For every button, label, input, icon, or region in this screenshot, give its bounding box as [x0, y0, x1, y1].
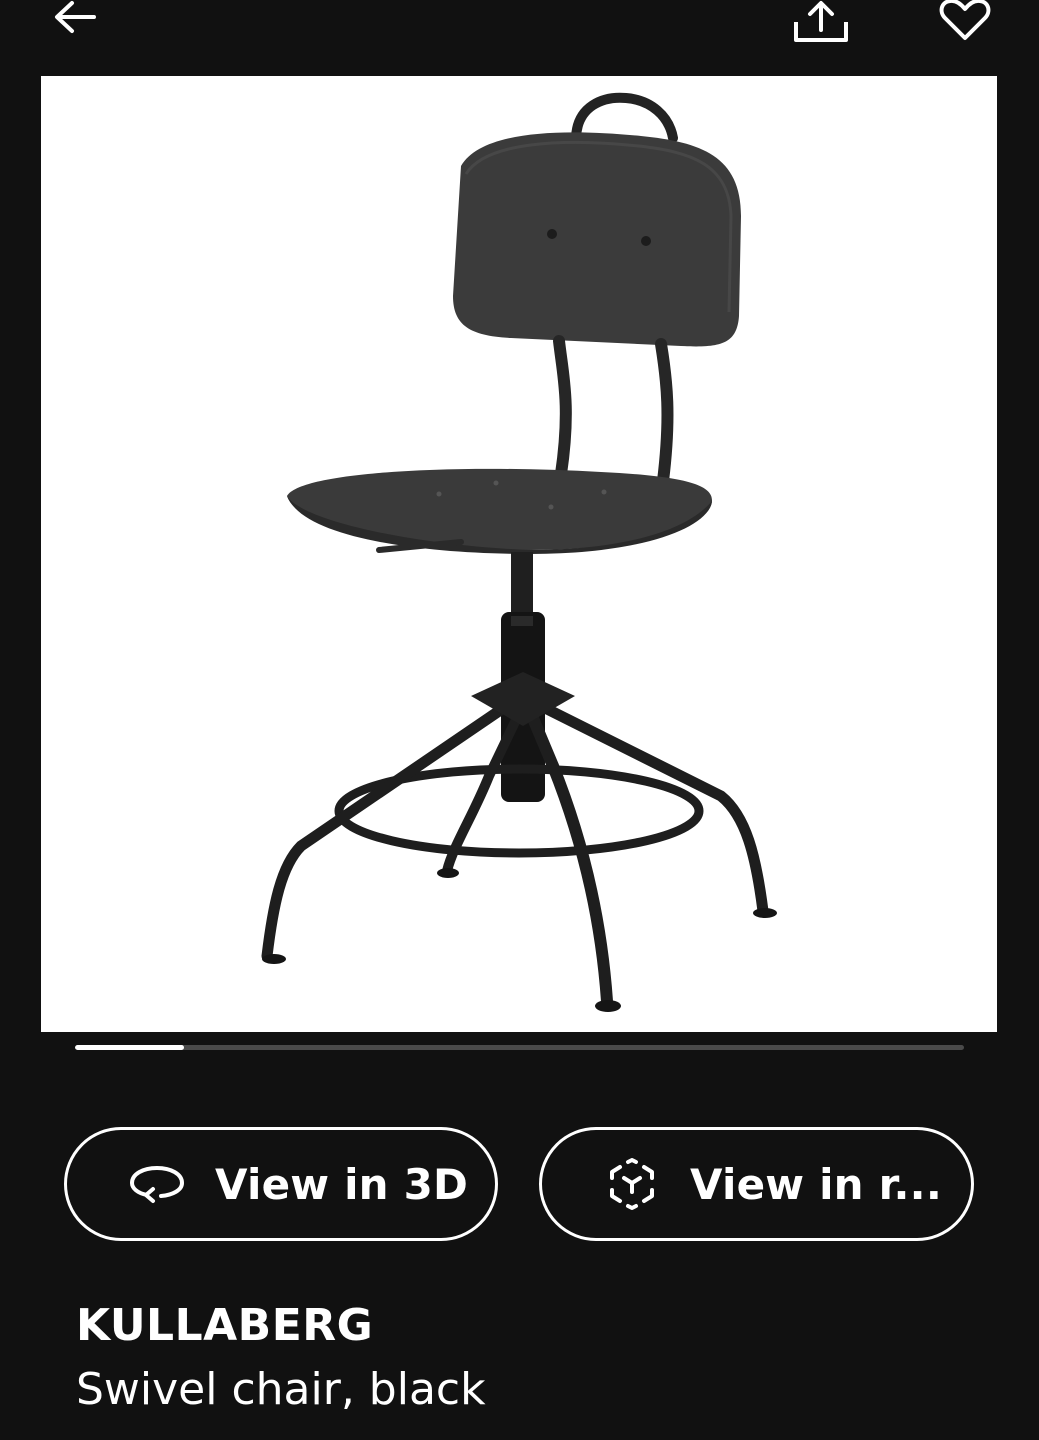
view-in-room-label: View in r...: [690, 1159, 942, 1209]
product-description: Swivel chair, black: [76, 1364, 486, 1415]
augmented-reality-cube-icon: [608, 1158, 656, 1210]
share-upload-icon: [794, 1, 848, 42]
product-detail-page: View in 3D View in r... KULLABERG Swivel…: [0, 0, 1039, 1440]
view-in-3d-button[interactable]: View in 3D: [64, 1127, 498, 1241]
arrow-left-icon: [55, 1, 96, 33]
rotate-3d-icon: [129, 1164, 185, 1204]
back-button[interactable]: [50, 0, 100, 40]
view-in-3d-label: View in 3D: [215, 1159, 469, 1209]
top-bar: [0, 0, 1039, 70]
favorite-button[interactable]: [938, 0, 992, 42]
view-in-room-button[interactable]: View in r...: [539, 1127, 974, 1241]
product-name: KULLABERG: [76, 1300, 374, 1351]
heart-outline-icon: [939, 0, 991, 40]
product-image[interactable]: [41, 76, 997, 1032]
swivel-chair-photo: [261, 92, 777, 1012]
carousel-progress-track: [75, 1045, 964, 1050]
share-button[interactable]: [790, 0, 852, 44]
carousel-progress-fill: [75, 1045, 185, 1050]
